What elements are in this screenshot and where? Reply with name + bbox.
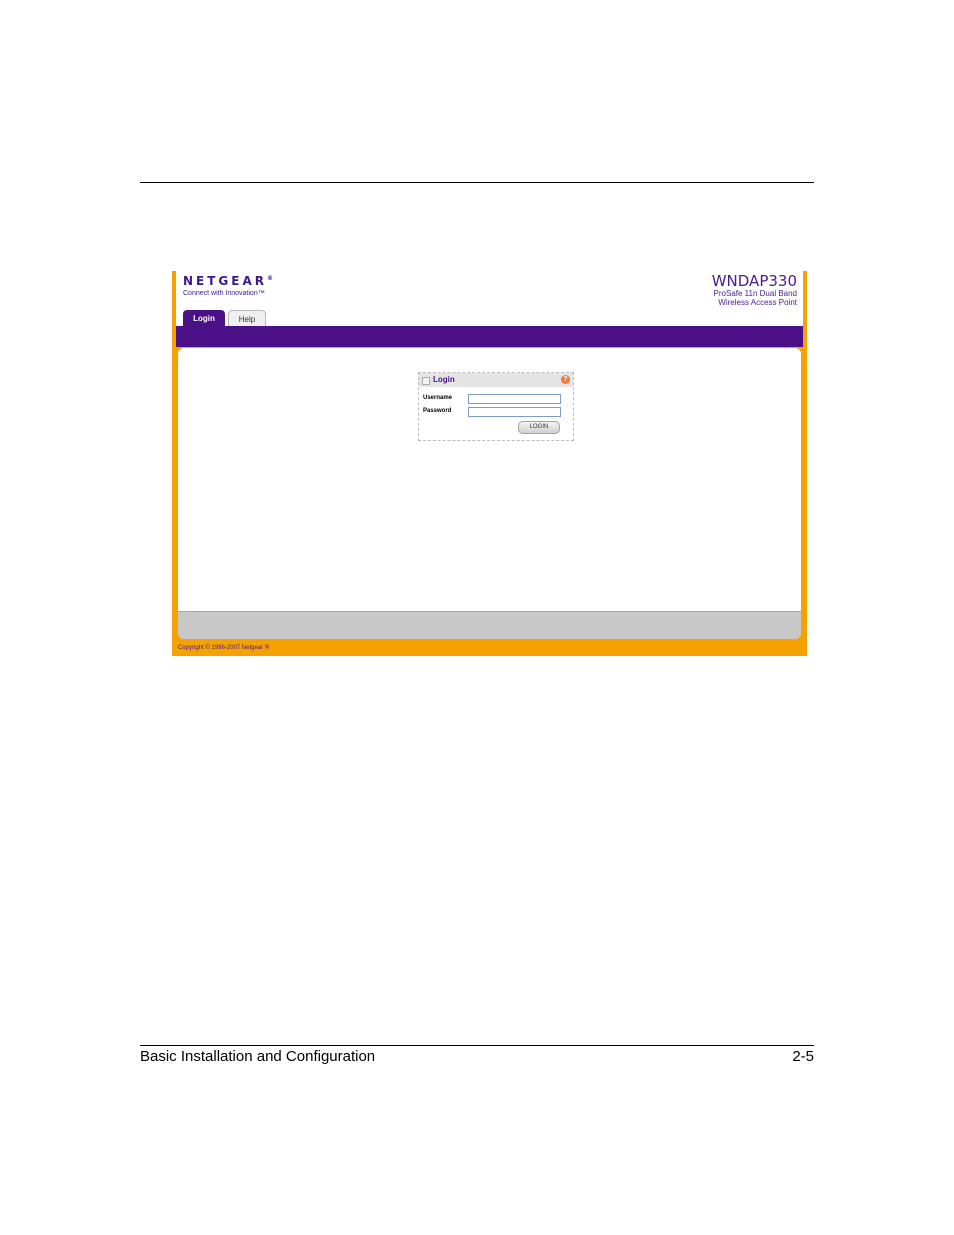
product-line-2: Wireless Access Point: [718, 298, 797, 307]
help-icon[interactable]: ?: [561, 375, 570, 384]
username-label: Username: [423, 395, 453, 401]
content-panel: Login ? Username Password LOGIN: [176, 347, 803, 641]
logo-tagline: Connect with Innovation™: [183, 290, 265, 297]
copyright-bar: Copyright © 1996-2007 Netgear ®: [172, 641, 807, 656]
product-line-1: ProSafe 11n Dual Band: [713, 289, 797, 298]
nav-bar: [176, 326, 803, 347]
password-input[interactable]: [468, 407, 561, 417]
tab-help[interactable]: Help: [228, 310, 266, 327]
copyright-text: Copyright © 1996-2007 Netgear ®: [178, 645, 270, 651]
product-model: WNDAP330: [711, 272, 797, 290]
password-label: Password: [423, 408, 452, 414]
collapse-icon[interactable]: [422, 377, 430, 385]
username-input[interactable]: [468, 394, 561, 404]
footer-page-number: 2-5: [792, 1048, 814, 1065]
header-rule: [140, 182, 814, 183]
tab-login[interactable]: Login: [183, 310, 225, 327]
netgear-logo: NETGEAR®: [183, 274, 273, 288]
footer-rule: [140, 1045, 814, 1046]
panel-footer-bar: [178, 611, 801, 639]
login-box: Login ? Username Password LOGIN: [418, 372, 574, 441]
login-header: Login ?: [419, 373, 573, 387]
content-area: Login ? Username Password LOGIN: [178, 348, 801, 639]
login-button[interactable]: LOGIN: [518, 421, 560, 434]
router-login-screenshot: NETGEAR® Connect with Innovation™ WNDAP3…: [172, 271, 807, 656]
orange-border-right: [803, 271, 807, 656]
footer-section-title: Basic Installation and Configuration: [140, 1048, 376, 1065]
login-title: Login: [433, 375, 455, 384]
